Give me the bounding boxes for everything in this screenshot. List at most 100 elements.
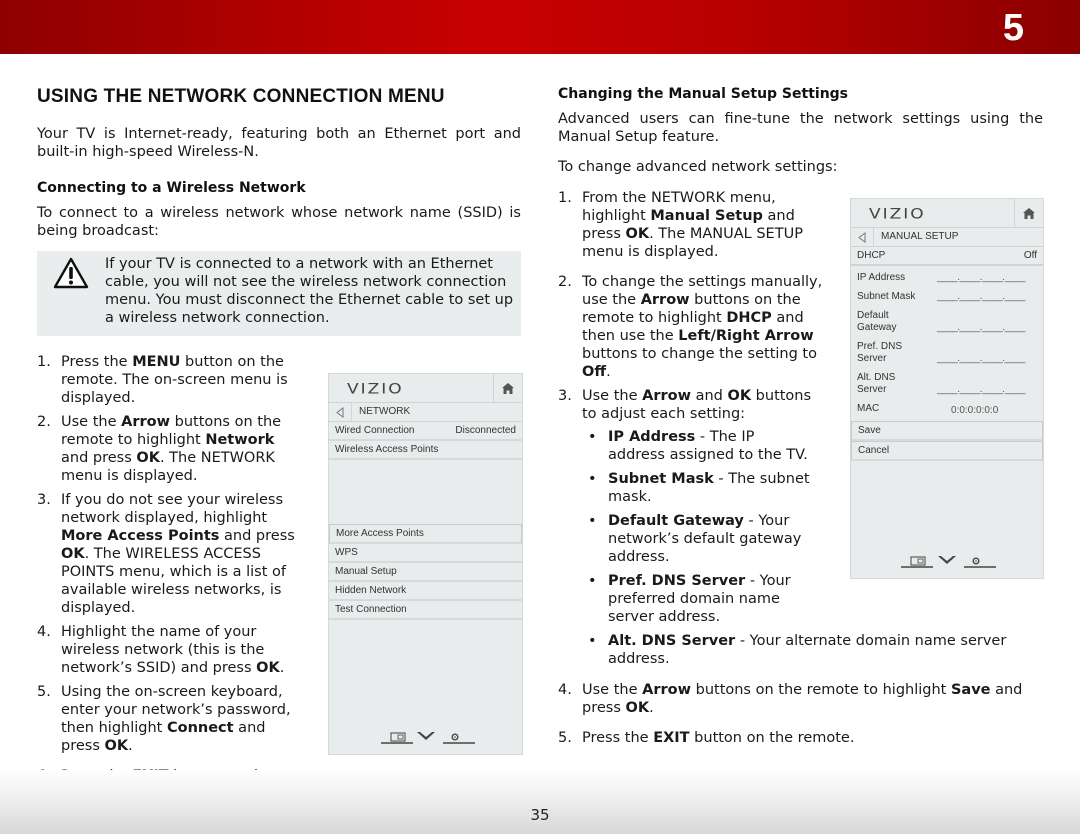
footer-gradient: [0, 770, 1080, 834]
dhcp-value: Off: [1023, 250, 1037, 261]
step-emphasis: Connect: [166, 720, 234, 736]
step-emphasis: Arrow: [121, 414, 170, 430]
menu-item-wireless-access-points[interactable]: Wireless Access Points: [329, 441, 522, 460]
dhcp-row[interactable]: DHCP Off: [851, 247, 1043, 266]
field-value[interactable]: ____.____.____.____: [937, 322, 1025, 334]
step-item: 4. Use the Arrow buttons on the remote to…: [558, 681, 1043, 717]
step-text: .: [606, 364, 611, 380]
step-text: .: [128, 738, 133, 754]
bullet-term: Pref. DNS Server: [608, 573, 746, 589]
mac-value: 0:0:0:0:0:0: [951, 405, 999, 416]
note-text: If your TV is connected to a network wit…: [105, 256, 514, 326]
ip-field-row[interactable]: Pref. DNS Server ____.____.____.____: [851, 341, 1043, 365]
step-text: Press the: [582, 730, 654, 746]
step-text: . The WIRELESS ACCESS POINTS menu, which…: [61, 546, 287, 616]
manual-setup-menu-screenshot: VIZIO MANUAL SETUP DHCP Off IP Address __…: [850, 198, 1044, 579]
field-value[interactable]: ____.____.____.____: [937, 272, 1025, 284]
menu-item-test-connection[interactable]: Test Connection: [329, 601, 522, 620]
menu-item-label: Manual Setup: [335, 566, 397, 577]
step-text: Highlight the name of your wireless netw…: [61, 624, 265, 676]
step-number: 4.: [37, 624, 51, 640]
cancel-label: Cancel: [858, 445, 890, 456]
menu-item-more-access-points[interactable]: More Access Points: [329, 524, 522, 544]
step-number: 3.: [37, 492, 51, 508]
back-arrow-icon[interactable]: [329, 403, 352, 421]
menu-item-wps[interactable]: WPS: [329, 544, 522, 563]
step-number: 2.: [37, 414, 51, 430]
step-text: .: [279, 660, 285, 676]
setting-bullet: • Subnet Mask - The subnet mask.: [582, 470, 814, 506]
ip-field-row[interactable]: IP Address ____.____.____.____: [851, 272, 1043, 284]
step-emphasis: Manual Setup: [650, 208, 763, 224]
chapter-number: 5: [1002, 7, 1024, 49]
chevron-down-icon: [938, 556, 956, 564]
step-emphasis: More Access Points: [61, 528, 220, 544]
step-text: Use the: [61, 414, 122, 430]
step-item: 4. Highlight the name of your wireless ne…: [37, 623, 299, 677]
manual-para: To change advanced network settings:: [558, 159, 838, 175]
step-emphasis: OK: [727, 388, 752, 404]
menu-breadcrumb: MANUAL SETUP: [881, 231, 959, 242]
menu-item-hidden-network[interactable]: Hidden Network: [329, 582, 522, 601]
setting-bullet: • IP Address - The IP address assigned to…: [582, 428, 814, 464]
step-number: 2.: [558, 274, 572, 290]
step-item: 5. Using the on-screen keyboard, enter yo…: [37, 683, 299, 755]
step-item: 2. Use the Arrow buttons on the remote to…: [37, 413, 299, 485]
picture-in-picture-icon: [381, 732, 413, 744]
right-steps-final: 4. Use the Arrow buttons on the remote to…: [558, 681, 1043, 747]
home-icon[interactable]: [493, 374, 522, 402]
step-emphasis: EXIT: [653, 730, 690, 746]
field-value[interactable]: ____.____.____.____: [937, 353, 1025, 365]
page-title: USING THE NETWORK CONNECTION MENU: [37, 86, 445, 107]
step-number: 4.: [558, 682, 572, 698]
manual-intro-paragraph: Advanced users can fine-tune the network…: [558, 111, 1043, 145]
ip-field-row[interactable]: Default Gateway ____.____.____.____: [851, 310, 1043, 334]
access-point-list-area: [329, 460, 522, 524]
setting-bullet: • Alt. DNS Server - Your alternate domain…: [582, 632, 1048, 668]
step-emphasis: Left/Right Arrow: [678, 328, 814, 344]
settings-bullet-list: • IP Address - The IP address assigned to…: [582, 428, 1006, 668]
step-text: If you do not see your wireless network …: [61, 492, 284, 526]
step-item: 3. Use the Arrow and OK buttons to adjust…: [558, 387, 823, 423]
right-steps-list: 1. From the NETWORK menu, highlight Manua…: [558, 189, 823, 423]
menu-item-manual-setup[interactable]: Manual Setup: [329, 563, 522, 582]
step-text: buttons to change the setting to: [582, 346, 817, 362]
step-number: 3.: [558, 388, 572, 404]
bullet-dot: •: [588, 573, 597, 589]
field-value[interactable]: ____.____.____.____: [937, 384, 1025, 396]
step-number: 1.: [558, 190, 572, 206]
step-emphasis: Arrow: [642, 388, 691, 404]
ip-field-row[interactable]: Alt. DNS Server ____.____.____.____: [851, 372, 1043, 396]
bullet-term: IP Address: [608, 429, 696, 445]
left-steps-list: 1. Press the MENU button on the remote. T…: [37, 353, 299, 755]
step-text: buttons on the remote to highlight: [691, 682, 951, 698]
network-menu-screenshot: VIZIO NETWORK Wired Connection Disconnec…: [328, 373, 523, 755]
cancel-button[interactable]: Cancel: [851, 441, 1043, 461]
wired-connection-row[interactable]: Wired Connection Disconnected: [329, 422, 522, 441]
page-number: 35: [530, 806, 550, 824]
menu-footer-icons: [851, 552, 1043, 568]
bullet-dot: •: [588, 513, 597, 529]
step-text: .: [649, 700, 654, 716]
vizio-logo: VIZIO: [347, 380, 404, 398]
save-button[interactable]: Save: [851, 421, 1043, 441]
bullet-term: Subnet Mask: [608, 471, 714, 487]
step-emphasis: OK: [136, 450, 160, 466]
step-number: 5.: [558, 730, 572, 746]
vizio-logo: VIZIO: [869, 205, 926, 223]
step-item: 3. If you do not see your wireless networ…: [37, 491, 299, 617]
ip-field-row[interactable]: Subnet Mask ____.____.____.____: [851, 291, 1043, 303]
step-item: 1. From the NETWORK menu, highlight Manua…: [558, 189, 823, 261]
back-arrow-icon[interactable]: [851, 228, 874, 246]
home-icon[interactable]: [1014, 199, 1043, 227]
step-text: Press the: [61, 354, 133, 370]
section-heading-wireless: Connecting to a Wireless Network: [37, 180, 306, 196]
picture-in-picture-icon: [901, 556, 933, 568]
note-box: If your TV is connected to a network wit…: [37, 251, 521, 336]
step-emphasis: OK: [104, 738, 129, 754]
field-value[interactable]: ____.____.____.____: [937, 291, 1025, 303]
chevron-down-icon: [417, 732, 435, 740]
step-emphasis: Off: [582, 364, 607, 380]
mac-label: MAC: [857, 403, 880, 414]
bullet-term: Default Gateway: [608, 513, 744, 529]
